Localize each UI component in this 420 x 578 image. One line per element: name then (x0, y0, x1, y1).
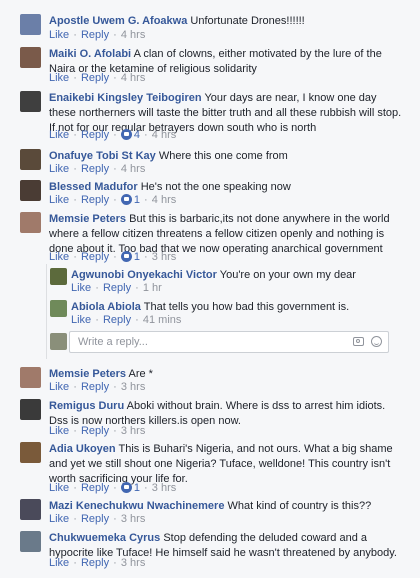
like-link[interactable]: Like (71, 282, 91, 294)
reply-link[interactable]: Reply (81, 251, 109, 263)
comment-author[interactable]: Mazi Kenechukwu Nwachinemere (49, 500, 224, 512)
comment-author[interactable]: Enaikebi Kingsley Teibogiren (49, 92, 202, 104)
reply-link[interactable]: Reply (81, 513, 109, 525)
reactions[interactable]: 1 (120, 481, 140, 494)
reply-link[interactable]: Reply (81, 194, 109, 206)
like-link[interactable]: Like (49, 482, 69, 494)
avatar[interactable] (20, 499, 41, 520)
emoji-icon[interactable] (371, 336, 382, 347)
reply-text: That tells you how bad this government i… (143, 301, 350, 313)
like-link[interactable]: Like (49, 163, 69, 175)
avatar[interactable] (20, 367, 41, 388)
reply-link[interactable]: Reply (103, 314, 131, 326)
comment-author[interactable]: Onafuye Tobi St Kay (49, 150, 156, 162)
comment-text: Where this one come from (158, 150, 288, 162)
comment-text: Are * (128, 368, 153, 380)
avatar[interactable] (20, 47, 41, 68)
reply-author[interactable]: Agwunobi Onyekachi Victor (71, 269, 217, 281)
comment-text: He's not the one speaking now (140, 181, 291, 193)
timestamp[interactable]: 4 hrs (121, 72, 145, 84)
timestamp[interactable]: 4 hrs (152, 194, 176, 206)
timestamp[interactable]: 3 hrs (121, 425, 145, 437)
comment-author[interactable]: Blessed Madufor (49, 181, 138, 193)
timestamp[interactable]: 4 hrs (121, 163, 145, 175)
comments-panel: Apostle Uwem G. Afoakwa Unfortunate Dron… (0, 0, 420, 578)
like-link[interactable]: Like (49, 29, 69, 41)
like-reaction-icon (120, 481, 132, 493)
avatar[interactable] (20, 212, 41, 233)
avatar[interactable] (20, 399, 41, 420)
timestamp[interactable]: 3 hrs (121, 381, 145, 393)
reply-link[interactable]: Reply (81, 163, 109, 175)
timestamp[interactable]: 41 mins (143, 314, 182, 326)
reactions[interactable]: 1 (120, 193, 140, 206)
reply-link[interactable]: Reply (81, 425, 109, 437)
timestamp[interactable]: 3 hrs (152, 251, 176, 263)
like-reaction-icon (120, 128, 132, 140)
avatar[interactable] (20, 91, 41, 112)
comment-author[interactable]: Maiki O. Afolabi (49, 48, 131, 60)
like-link[interactable]: Like (49, 513, 69, 525)
reply-text: You're on your own my dear (219, 269, 356, 281)
reply-author[interactable]: Abiola Abiola (71, 301, 141, 313)
comment-author[interactable]: Apostle Uwem G. Afoakwa (49, 15, 187, 27)
avatar[interactable] (20, 180, 41, 201)
reactions[interactable]: 4 (120, 128, 140, 141)
like-reaction-icon (120, 250, 132, 262)
timestamp[interactable]: 3 hrs (152, 482, 176, 494)
reply-link[interactable]: Reply (81, 482, 109, 494)
avatar[interactable] (20, 531, 41, 552)
reply-link[interactable]: Reply (81, 557, 109, 569)
reply-link[interactable]: Reply (81, 129, 109, 141)
like-link[interactable]: Like (71, 314, 91, 326)
avatar[interactable] (50, 268, 67, 285)
like-link[interactable]: Like (49, 425, 69, 437)
timestamp[interactable]: 3 hrs (121, 557, 145, 569)
timestamp[interactable]: 3 hrs (121, 513, 145, 525)
avatar (50, 333, 67, 350)
like-reaction-icon (120, 193, 132, 205)
comment-text: Unfortunate Drones!!!!!! (190, 15, 305, 27)
reply-link[interactable]: Reply (81, 29, 109, 41)
comment-author[interactable]: Chukwuemeka Cyrus (49, 532, 160, 544)
reply-link[interactable]: Reply (103, 282, 131, 294)
comment-author[interactable]: Memsie Peters (49, 368, 126, 380)
avatar[interactable] (50, 300, 67, 317)
like-link[interactable]: Like (49, 72, 69, 84)
comment-author[interactable]: Remigus Duru (49, 400, 124, 412)
like-link[interactable]: Like (49, 381, 69, 393)
reply-input[interactable] (76, 335, 330, 349)
camera-icon[interactable] (353, 337, 364, 346)
reactions[interactable]: 1 (120, 250, 140, 263)
timestamp[interactable]: 4 hrs (152, 129, 176, 141)
avatar[interactable] (20, 14, 41, 35)
timestamp[interactable]: 4 hrs (121, 29, 145, 41)
like-link[interactable]: Like (49, 194, 69, 206)
reply-link[interactable]: Reply (81, 381, 109, 393)
like-link[interactable]: Like (49, 251, 69, 263)
avatar[interactable] (20, 442, 41, 463)
timestamp[interactable]: 1 hr (143, 282, 162, 294)
comment-text: What kind of country is this?? (227, 500, 372, 512)
like-link[interactable]: Like (49, 557, 69, 569)
avatar[interactable] (20, 149, 41, 170)
like-link[interactable]: Like (49, 129, 69, 141)
comment-author[interactable]: Adia Ukoyen (49, 443, 116, 455)
reply-link[interactable]: Reply (81, 72, 109, 84)
comment-author[interactable]: Memsie Peters (49, 213, 126, 225)
reply-box[interactable] (69, 331, 389, 353)
